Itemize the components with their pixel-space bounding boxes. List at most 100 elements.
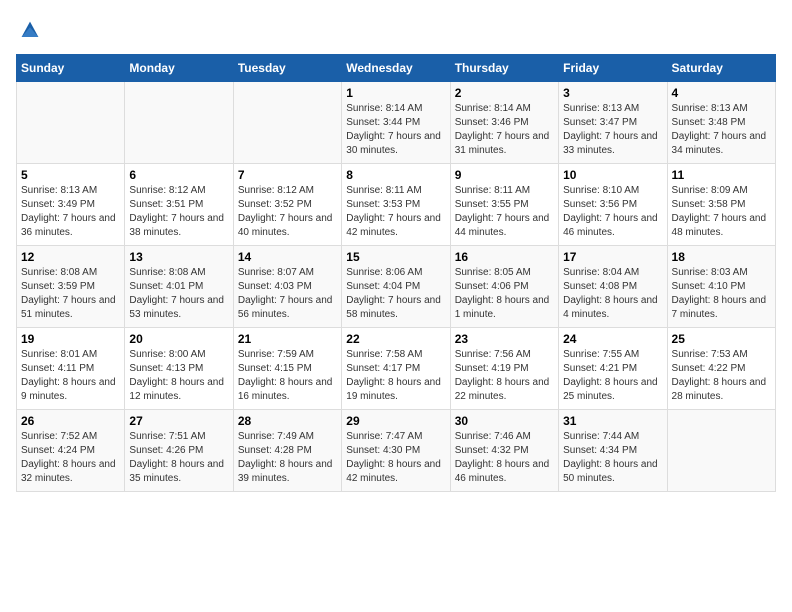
calendar-cell: 14Sunrise: 8:07 AM Sunset: 4:03 PM Dayli… [233, 246, 341, 328]
weekday-header-sunday: Sunday [17, 55, 125, 82]
day-info: Sunrise: 8:13 AM Sunset: 3:48 PM Dayligh… [672, 102, 771, 158]
day-number: 30 [455, 414, 554, 428]
calendar-cell: 25 Sunrise: 7:53 AM Sunset: 4:22 PM Dayli… [667, 328, 775, 410]
day-info: Sunrise: 8:08 AM Sunset: 3:59 PM Dayligh… [21, 266, 120, 322]
calendar-cell: 4 Sunrise: 8:13 AM Sunset: 3:48 PM Daylig… [667, 82, 775, 164]
day-info: Sunrise: 8:04 AM Sunset: 4:08 PM Dayligh… [563, 266, 662, 322]
day-number: 31 [563, 414, 662, 428]
day-number: 26 [21, 414, 120, 428]
day-info: Sunrise: 8:09 AM Sunset: 3:58 PM Dayligh… [672, 184, 771, 240]
day-info: Sunrise: 8:14 AM Sunset: 3:46 PM Dayligh… [455, 102, 554, 158]
day-info: Sunrise: 7:52 AM Sunset: 4:24 PM Dayligh… [21, 430, 120, 486]
calendar-week-5: 26 Sunrise: 7:52 AM Sunset: 4:24 PM Dayli… [17, 410, 776, 492]
logo [16, 16, 48, 44]
day-info: Sunrise: 8:13 AM Sunset: 3:49 PM Dayligh… [21, 184, 120, 240]
calendar-cell: 28 Sunrise: 7:49 AM Sunset: 4:28 PM Dayli… [233, 410, 341, 492]
day-number: 13 [129, 250, 228, 264]
day-number: 6 [129, 168, 228, 182]
day-number: 25 [672, 332, 771, 346]
day-number: 10 [563, 168, 662, 182]
day-number: 29 [346, 414, 445, 428]
day-info: Sunrise: 7:53 AM Sunset: 4:22 PM Dayligh… [672, 348, 771, 404]
calendar-cell: 22 Sunrise: 7:58 AM Sunset: 4:17 PM Dayli… [342, 328, 450, 410]
day-info: Sunrise: 8:08 AM Sunset: 4:01 PM Dayligh… [129, 266, 228, 322]
calendar-cell: 30 Sunrise: 7:46 AM Sunset: 4:32 PM Dayli… [450, 410, 558, 492]
day-info: Sunrise: 7:49 AM Sunset: 4:28 PM Dayligh… [238, 430, 337, 486]
weekday-header-wednesday: Wednesday [342, 55, 450, 82]
day-info: Sunrise: 8:11 AM Sunset: 3:55 PM Dayligh… [455, 184, 554, 240]
calendar-cell: 18Sunrise: 8:03 AM Sunset: 4:10 PM Dayli… [667, 246, 775, 328]
day-info: Sunrise: 7:58 AM Sunset: 4:17 PM Dayligh… [346, 348, 445, 404]
calendar-cell: 3 Sunrise: 8:13 AM Sunset: 3:47 PM Daylig… [559, 82, 667, 164]
calendar-week-3: 12 Sunrise: 8:08 AM Sunset: 3:59 PM Dayli… [17, 246, 776, 328]
day-info: Sunrise: 8:07 AM Sunset: 4:03 PM Dayligh… [238, 266, 337, 322]
calendar-cell: 29 Sunrise: 7:47 AM Sunset: 4:30 PM Dayli… [342, 410, 450, 492]
calendar-week-1: 1Sunrise: 8:14 AM Sunset: 3:44 PM Daylig… [17, 82, 776, 164]
calendar-table: SundayMondayTuesdayWednesdayThursdayFrid… [16, 54, 776, 492]
calendar-cell: 19 Sunrise: 8:01 AM Sunset: 4:11 PM Dayli… [17, 328, 125, 410]
calendar-cell: 9 Sunrise: 8:11 AM Sunset: 3:55 PM Daylig… [450, 164, 558, 246]
day-info: Sunrise: 7:46 AM Sunset: 4:32 PM Dayligh… [455, 430, 554, 486]
day-info: Sunrise: 7:51 AM Sunset: 4:26 PM Dayligh… [129, 430, 228, 486]
calendar-cell: 21 Sunrise: 7:59 AM Sunset: 4:15 PM Dayli… [233, 328, 341, 410]
day-number: 12 [21, 250, 120, 264]
day-number: 11 [672, 168, 771, 182]
calendar-week-4: 19 Sunrise: 8:01 AM Sunset: 4:11 PM Dayli… [17, 328, 776, 410]
day-number: 1 [346, 86, 445, 100]
day-info: Sunrise: 7:56 AM Sunset: 4:19 PM Dayligh… [455, 348, 554, 404]
day-number: 15 [346, 250, 445, 264]
day-info: Sunrise: 7:47 AM Sunset: 4:30 PM Dayligh… [346, 430, 445, 486]
day-number: 9 [455, 168, 554, 182]
day-info: Sunrise: 8:12 AM Sunset: 3:51 PM Dayligh… [129, 184, 228, 240]
day-number: 28 [238, 414, 337, 428]
weekday-header-friday: Friday [559, 55, 667, 82]
calendar-cell: 11 Sunrise: 8:09 AM Sunset: 3:58 PM Dayli… [667, 164, 775, 246]
calendar-cell: 24 Sunrise: 7:55 AM Sunset: 4:21 PM Dayli… [559, 328, 667, 410]
day-number: 17 [563, 250, 662, 264]
weekday-header-row: SundayMondayTuesdayWednesdayThursdayFrid… [17, 55, 776, 82]
calendar-cell: 31 Sunrise: 7:44 AM Sunset: 4:34 PM Dayli… [559, 410, 667, 492]
calendar-cell: 12 Sunrise: 8:08 AM Sunset: 3:59 PM Dayli… [17, 246, 125, 328]
calendar-cell: 26 Sunrise: 7:52 AM Sunset: 4:24 PM Dayli… [17, 410, 125, 492]
day-number: 3 [563, 86, 662, 100]
calendar-cell [233, 82, 341, 164]
weekday-header-saturday: Saturday [667, 55, 775, 82]
day-number: 21 [238, 332, 337, 346]
calendar-cell [125, 82, 233, 164]
day-info: Sunrise: 8:11 AM Sunset: 3:53 PM Dayligh… [346, 184, 445, 240]
calendar-cell: 2Sunrise: 8:14 AM Sunset: 3:46 PM Daylig… [450, 82, 558, 164]
day-info: Sunrise: 7:59 AM Sunset: 4:15 PM Dayligh… [238, 348, 337, 404]
day-info: Sunrise: 7:44 AM Sunset: 4:34 PM Dayligh… [563, 430, 662, 486]
calendar-cell [667, 410, 775, 492]
calendar-cell: 16Sunrise: 8:05 AM Sunset: 4:06 PM Dayli… [450, 246, 558, 328]
day-info: Sunrise: 8:05 AM Sunset: 4:06 PM Dayligh… [455, 266, 554, 322]
day-info: Sunrise: 8:01 AM Sunset: 4:11 PM Dayligh… [21, 348, 120, 404]
logo-icon [16, 16, 44, 44]
calendar-cell: 10Sunrise: 8:10 AM Sunset: 3:56 PM Dayli… [559, 164, 667, 246]
weekday-header-monday: Monday [125, 55, 233, 82]
day-info: Sunrise: 7:55 AM Sunset: 4:21 PM Dayligh… [563, 348, 662, 404]
day-number: 20 [129, 332, 228, 346]
calendar-cell: 23 Sunrise: 7:56 AM Sunset: 4:19 PM Dayli… [450, 328, 558, 410]
calendar-cell: 27 Sunrise: 7:51 AM Sunset: 4:26 PM Dayli… [125, 410, 233, 492]
day-number: 23 [455, 332, 554, 346]
day-number: 4 [672, 86, 771, 100]
calendar-cell: 8Sunrise: 8:11 AM Sunset: 3:53 PM Daylig… [342, 164, 450, 246]
calendar-cell: 6 Sunrise: 8:12 AM Sunset: 3:51 PM Daylig… [125, 164, 233, 246]
calendar-cell: 5Sunrise: 8:13 AM Sunset: 3:49 PM Daylig… [17, 164, 125, 246]
calendar-cell: 13 Sunrise: 8:08 AM Sunset: 4:01 PM Dayli… [125, 246, 233, 328]
day-info: Sunrise: 8:12 AM Sunset: 3:52 PM Dayligh… [238, 184, 337, 240]
calendar-cell: 7 Sunrise: 8:12 AM Sunset: 3:52 PM Daylig… [233, 164, 341, 246]
calendar-cell: 17 Sunrise: 8:04 AM Sunset: 4:08 PM Dayli… [559, 246, 667, 328]
day-number: 7 [238, 168, 337, 182]
calendar-cell [17, 82, 125, 164]
weekday-header-tuesday: Tuesday [233, 55, 341, 82]
day-info: Sunrise: 8:13 AM Sunset: 3:47 PM Dayligh… [563, 102, 662, 158]
weekday-header-thursday: Thursday [450, 55, 558, 82]
day-number: 19 [21, 332, 120, 346]
day-number: 24 [563, 332, 662, 346]
day-number: 22 [346, 332, 445, 346]
day-info: Sunrise: 8:00 AM Sunset: 4:13 PM Dayligh… [129, 348, 228, 404]
day-number: 27 [129, 414, 228, 428]
calendar-cell: 15Sunrise: 8:06 AM Sunset: 4:04 PM Dayli… [342, 246, 450, 328]
